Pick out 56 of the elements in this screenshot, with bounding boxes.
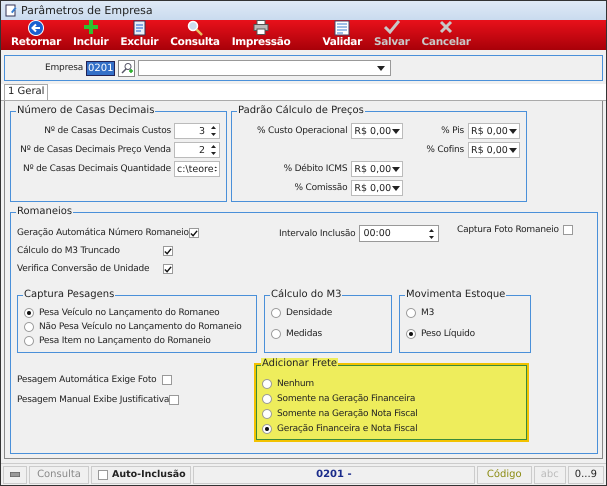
group-title: Padrão Cálculo de Preços: [237, 105, 365, 116]
field-label: % Comissão: [294, 183, 348, 193]
field-label: % Cofins: [425, 145, 464, 155]
group-title: Captura Pesagens: [23, 289, 116, 300]
field-label: % Débito ICMS: [282, 164, 348, 174]
field-label: Empresa: [45, 63, 84, 73]
spin-field[interactable]: 3: [174, 123, 220, 139]
toolbar-button[interactable]: Retornar: [5, 20, 67, 48]
checkbox-label: Verifica Conversão de Unidade: [17, 264, 150, 274]
checkbox-label: Geração Automática Número Romaneio: [17, 228, 189, 238]
radio-label: Pesa Veículo no Lançamento do Romaneo: [39, 308, 220, 318]
tab[interactable]: 1 Geral: [4, 84, 48, 100]
radio-label: Somente na Geração Nota Fiscal: [277, 409, 418, 419]
company-code-field[interactable]: 0201: [86, 60, 116, 76]
radio-label: Geração Financeira e Nota Fiscal: [277, 424, 418, 434]
dropdown-field[interactable]: R$ 0,00: [351, 161, 404, 177]
toolbar-button[interactable]: Excluir: [114, 20, 164, 48]
numeric-mode-indicator: 0...9: [568, 466, 604, 484]
window-title: Parâmetros de Empresa: [21, 4, 153, 17]
radio-label: Densidade: [286, 308, 332, 318]
dropdown-field[interactable]: R$ 0,00: [468, 142, 520, 158]
group-title: Movimenta Estoque: [405, 289, 506, 300]
field-label: Nº de Casas Decimais Quantidade: [22, 164, 171, 174]
checkbox-label: Pesagem Automática Exige Foto: [17, 375, 156, 385]
group-title: Cálculo do M3: [270, 289, 342, 300]
field-label: Nº de Casas Decimais Preço Venda: [19, 145, 171, 155]
radio-label: Medidas: [286, 329, 322, 339]
group-title: Adicionar Frete: [261, 358, 338, 369]
toolbar-button[interactable]: Consulta: [164, 20, 226, 48]
record-indicator: 0201 -: [193, 466, 475, 484]
group-title: Romaneios: [16, 206, 74, 217]
checkbox-label: Captura Foto Romaneio: [457, 225, 559, 235]
radio-label: Somente na Geração Financeira: [277, 394, 416, 404]
group-title: Número de Casas Decimais: [16, 105, 156, 116]
toolbar-button[interactable]: Validar: [316, 20, 368, 48]
radio-label: Nenhum: [277, 379, 314, 389]
toolbar-button[interactable]: Incluir: [66, 20, 114, 48]
spin-field[interactable]: c:\teore: [174, 161, 220, 177]
field-label: Intervalo Inclusão: [279, 228, 356, 238]
spin-field[interactable]: 2: [174, 142, 220, 158]
checkbox-label: Auto-Inclusão: [112, 469, 186, 480]
dropdown-field[interactable]: R$ 0,00: [351, 123, 404, 139]
toolbar-button[interactable]: Impressão: [226, 20, 296, 48]
radio-label: M3: [421, 308, 434, 318]
field-label: % Custo Operacional: [256, 126, 348, 136]
radio-label: Peso Líquido: [421, 329, 475, 339]
mode-indicator: Consulta: [29, 466, 89, 484]
checkbox-label: Pesagem Manual Exibe Justificativa: [17, 395, 170, 405]
checkbox-label: Cálculo do M3 Truncado: [17, 246, 120, 256]
time-field[interactable]: 00:00: [359, 225, 440, 242]
field-label: % Pis: [440, 126, 464, 136]
radio-label: Pesa Item no Lançamento do Romaneio: [39, 336, 211, 346]
dropdown-field[interactable]: R$ 0,00: [351, 180, 404, 196]
radio-label: Não Pesa Veículo no Lançamento do Romaneio: [39, 322, 242, 332]
field-label: Nº de Casas Decimais Custos: [43, 126, 171, 136]
dropdown-field[interactable]: R$ 0,00: [468, 123, 520, 139]
